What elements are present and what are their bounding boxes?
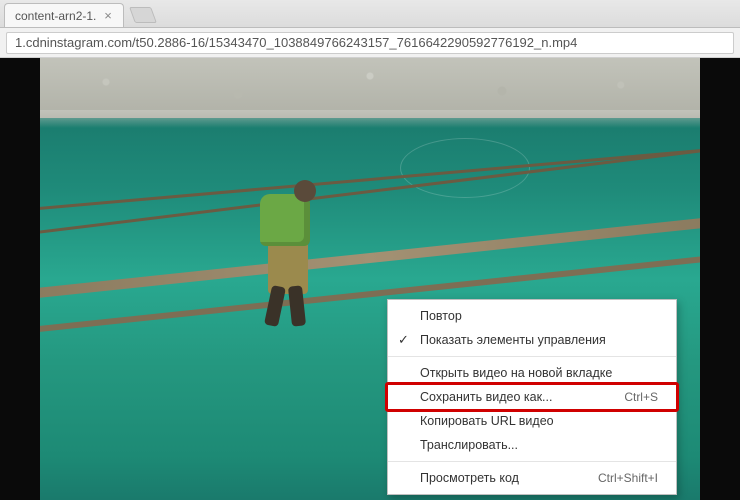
- menu-shortcut: Ctrl+S: [624, 390, 658, 404]
- menu-separator: [388, 356, 676, 357]
- tab-strip: content-arn2-1. ×: [0, 0, 740, 28]
- menu-item-open-new-tab[interactable]: Открыть видео на новой вкладке: [388, 361, 676, 385]
- menu-item-cast[interactable]: Транслировать...: [388, 433, 676, 457]
- scene-bridge: [40, 216, 700, 299]
- menu-item-copy-url[interactable]: Копировать URL видео: [388, 409, 676, 433]
- video-player[interactable]: Повтор ✓ Показать элементы управления От…: [40, 58, 700, 500]
- menu-label: Повтор: [420, 309, 462, 323]
- menu-label: Копировать URL видео: [420, 414, 554, 428]
- content-area: Повтор ✓ Показать элементы управления От…: [0, 58, 740, 500]
- scene-shore: [40, 58, 700, 118]
- menu-label: Сохранить видео как...: [420, 390, 552, 404]
- menu-separator: [388, 461, 676, 462]
- menu-shortcut: Ctrl+Shift+I: [598, 471, 658, 485]
- scene-rope: [40, 147, 700, 235]
- close-icon[interactable]: ×: [101, 9, 115, 23]
- menu-item-show-controls[interactable]: ✓ Показать элементы управления: [388, 328, 676, 352]
- url-input[interactable]: [6, 32, 734, 54]
- check-icon: ✓: [398, 332, 409, 348]
- menu-item-inspect[interactable]: Просмотреть код Ctrl+Shift+I: [388, 466, 676, 490]
- menu-label: Открыть видео на новой вкладке: [420, 366, 612, 380]
- menu-label: Показать элементы управления: [420, 333, 606, 347]
- menu-label: Транслировать...: [420, 438, 518, 452]
- menu-item-loop[interactable]: Повтор: [388, 304, 676, 328]
- menu-item-save-as[interactable]: Сохранить видео как... Ctrl+S: [388, 385, 676, 409]
- context-menu: Повтор ✓ Показать элементы управления От…: [387, 299, 677, 495]
- menu-label: Просмотреть код: [420, 471, 519, 485]
- scene-rope: [40, 148, 700, 212]
- address-bar: [0, 28, 740, 58]
- new-tab-button[interactable]: [129, 7, 157, 23]
- browser-tab[interactable]: content-arn2-1. ×: [4, 3, 124, 27]
- tab-title: content-arn2-1.: [15, 9, 96, 23]
- scene-hiker: [250, 186, 330, 326]
